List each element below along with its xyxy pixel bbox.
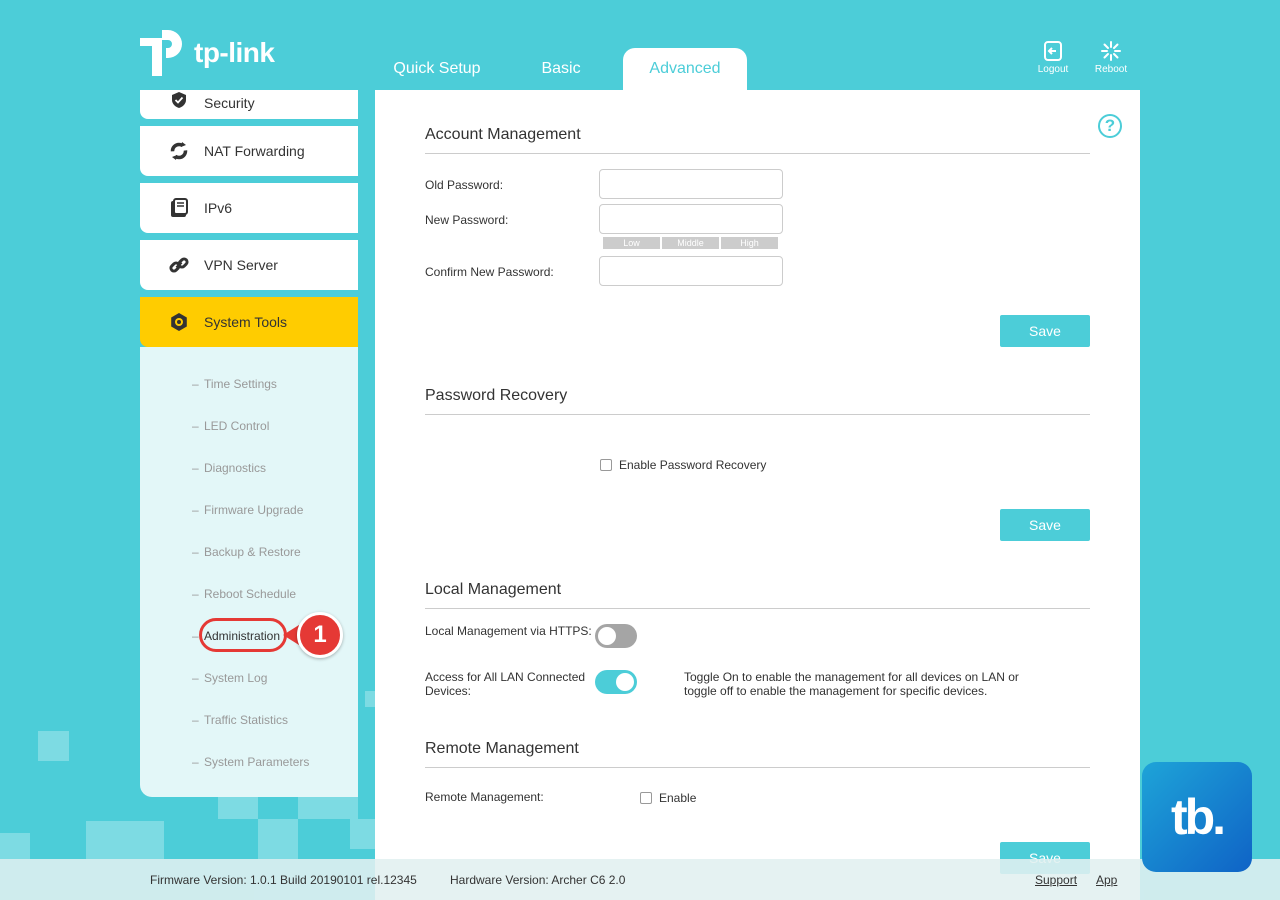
https-management-label: Local Management via HTTPS: (425, 624, 592, 638)
callout-number-badge: 1 (297, 612, 343, 658)
background-decoration (86, 821, 164, 859)
submenu-time-settings[interactable]: Time Settings (140, 363, 358, 405)
system-tools-submenu: Time Settings LED Control Diagnostics Fi… (140, 347, 358, 797)
sidebar-item-label: IPv6 (204, 200, 233, 216)
strength-low: Low (603, 237, 660, 249)
submenu-label: Time Settings (204, 377, 277, 391)
tp-link-logo-icon (140, 30, 182, 76)
gear-icon (168, 311, 190, 333)
save-account-button[interactable]: Save (1000, 315, 1090, 347)
submenu-traffic-statistics[interactable]: Traffic Statistics (140, 699, 358, 741)
submenu-label: Reboot Schedule (204, 587, 297, 601)
sidebar-item-label: System Tools (204, 314, 287, 330)
submenu-backup-restore[interactable]: Backup & Restore (140, 531, 358, 573)
submenu-label: Firmware Upgrade (204, 503, 304, 517)
sidebar-item-nat-forwarding[interactable]: NAT Forwarding (140, 126, 358, 176)
checkbox-label: Enable Password Recovery (619, 458, 767, 472)
remote-management-label: Remote Management: (425, 790, 544, 804)
firmware-version: Firmware Version: 1.0.1 Build 20190101 r… (150, 873, 417, 887)
submenu-label: System Parameters (204, 755, 310, 769)
tab-quick-setup[interactable]: Quick Setup (375, 48, 499, 90)
support-link[interactable]: Support (1035, 873, 1077, 887)
lan-access-toggle[interactable] (595, 670, 637, 694)
checkbox-label: Enable (659, 791, 697, 805)
local-management-title: Local Management (425, 581, 1090, 609)
sidebar-item-ipv6[interactable]: IPv6 (140, 183, 358, 233)
background-decoration (350, 819, 375, 849)
new-password-input[interactable] (599, 204, 783, 234)
submenu-reboot-schedule[interactable]: Reboot Schedule (140, 573, 358, 615)
sidebar: Security NAT Forwarding IPv6 VPN Server … (140, 90, 358, 797)
submenu-label: LED Control (204, 419, 270, 433)
link-icon (168, 254, 190, 276)
logo-text: tp-link (194, 37, 275, 68)
strength-high: High (721, 237, 778, 249)
footer-bar: Firmware Version: 1.0.1 Build 20190101 r… (0, 859, 1280, 900)
sidebar-item-security[interactable]: Security (140, 90, 358, 119)
lan-access-hint: Toggle On to enable the management for a… (684, 670, 1019, 698)
toggle-knob (616, 673, 634, 691)
document-icon (168, 197, 190, 219)
password-recovery-title: Password Recovery (425, 387, 1090, 415)
enable-password-recovery-checkbox[interactable]: Enable Password Recovery (600, 458, 766, 472)
new-password-label: New Password: (425, 213, 509, 227)
reboot-icon (1101, 41, 1121, 61)
sidebar-item-vpn-server[interactable]: VPN Server (140, 240, 358, 290)
logout-label: Logout (1037, 64, 1069, 75)
toggle-knob (598, 627, 616, 645)
submenu-led-control[interactable]: LED Control (140, 405, 358, 447)
main-tabs: Quick Setup Basic Advanced (375, 48, 747, 90)
submenu-diagnostics[interactable]: Diagnostics (140, 447, 358, 489)
reboot-label: Reboot (1094, 64, 1128, 75)
confirm-password-input[interactable] (599, 256, 783, 286)
account-management-title: Account Management (425, 126, 1090, 154)
background-decoration (0, 833, 30, 859)
sidebar-item-system-tools[interactable]: System Tools (140, 297, 358, 347)
background-decoration (38, 731, 69, 761)
hardware-version: Hardware Version: Archer C6 2.0 (450, 873, 626, 887)
submenu-label: Diagnostics (204, 461, 267, 475)
help-icon[interactable]: ? (1098, 114, 1122, 138)
old-password-label: Old Password: (425, 178, 504, 192)
tp-link-logo: tp-link (140, 28, 275, 78)
highlight-ring (199, 618, 287, 652)
https-management-toggle[interactable] (595, 624, 637, 648)
main-panel: ? Account Management Old Password: New P… (375, 90, 1140, 900)
strength-middle: Middle (662, 237, 719, 249)
tab-basic[interactable]: Basic (499, 48, 623, 90)
shield-check-icon (168, 89, 190, 111)
sidebar-item-label: Security (204, 95, 255, 111)
sidebar-item-label: VPN Server (204, 257, 278, 273)
submenu-label: System Log (204, 671, 268, 685)
logout-icon (1044, 41, 1062, 61)
old-password-input[interactable] (599, 169, 783, 199)
background-decoration (365, 691, 375, 707)
submenu-label: Traffic Statistics (204, 713, 289, 727)
checkbox-box (600, 459, 612, 471)
refresh-icon (168, 140, 190, 162)
password-strength-meter: Low Middle High (603, 237, 780, 249)
sidebar-item-label: NAT Forwarding (204, 143, 305, 159)
app-link[interactable]: App (1096, 873, 1117, 887)
submenu-system-log[interactable]: System Log (140, 657, 358, 699)
tab-advanced[interactable]: Advanced (623, 48, 747, 90)
submenu-firmware-upgrade[interactable]: Firmware Upgrade (140, 489, 358, 531)
background-decoration (258, 819, 298, 859)
checkbox-box (640, 792, 652, 804)
logout-button[interactable]: Logout (1033, 40, 1073, 75)
confirm-password-label: Confirm New Password: (425, 265, 554, 279)
reboot-button[interactable]: Reboot (1091, 40, 1131, 75)
tb-watermark-logo: tb. (1142, 762, 1252, 872)
submenu-label: Backup & Restore (204, 545, 301, 559)
remote-management-title: Remote Management (425, 740, 1090, 768)
remote-management-enable-checkbox[interactable]: Enable (640, 791, 696, 805)
save-recovery-button[interactable]: Save (1000, 509, 1090, 541)
submenu-system-parameters[interactable]: System Parameters (140, 741, 358, 783)
lan-access-label: Access for All LAN Connected Devices: (425, 670, 586, 698)
